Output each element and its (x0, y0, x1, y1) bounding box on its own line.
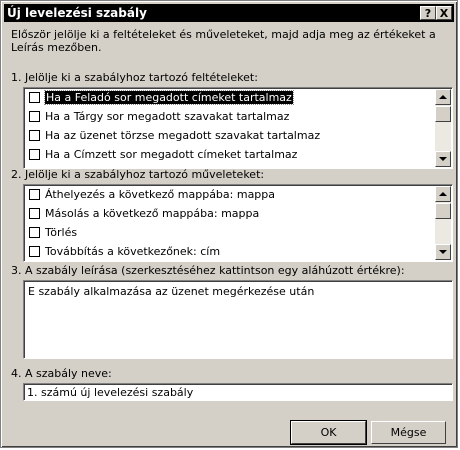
window-title: Új levelezési szabály (7, 6, 147, 20)
actions-label: 2. Jelölje ki a szabályhoz tartozó művel… (11, 168, 265, 181)
condition-item[interactable]: Ha a Címzett sor megadott címeket tartal… (24, 145, 452, 164)
description-text: E szabály alkalmazása az üzenet megérkez… (28, 285, 315, 298)
close-button[interactable]: X (436, 6, 452, 20)
condition-checkbox[interactable] (29, 111, 40, 122)
arrow-down-icon (439, 250, 447, 254)
intro-text: Először jelölje ki a feltételeket és műv… (11, 28, 436, 54)
condition-item-label: Ha a Tárgy sor megadott szavakat tartalm… (45, 110, 290, 123)
scroll-thumb[interactable] (435, 203, 451, 219)
scroll-up-button[interactable] (435, 186, 451, 202)
arrow-up-icon (439, 95, 447, 99)
condition-checkbox[interactable] (29, 92, 40, 103)
action-item-label: Áthelyezés a következő mappába: mappa (45, 188, 276, 201)
title-bar[interactable]: Új levelezési szabály ? X (4, 4, 454, 22)
scroll-thumb[interactable] (435, 106, 451, 122)
action-item-label: Törlés (45, 226, 78, 239)
action-item-label: Továbbítás a következőnek: cím (45, 245, 221, 258)
action-checkbox[interactable] (29, 227, 40, 238)
action-item[interactable]: Másolás a következő mappába: mappa (24, 204, 452, 223)
dialog-window: Új levelezési szabály ? X Először jelölj… (0, 0, 458, 448)
action-checkbox[interactable] (29, 246, 40, 257)
conditions-list[interactable]: Ha a Feladó sor megadott címeket tartalm… (23, 87, 453, 169)
conditions-scrollbar[interactable] (435, 89, 451, 167)
arrow-down-icon (439, 157, 447, 161)
condition-item[interactable]: Ha a Feladó sor megadott címeket tartalm… (24, 88, 452, 107)
help-button[interactable]: ? (420, 6, 436, 20)
rule-name-label: 4. A szabály neve: (11, 367, 112, 380)
condition-item-label: Ha a Feladó sor megadott címeket tartalm… (44, 90, 294, 105)
condition-checkbox[interactable] (29, 149, 40, 160)
conditions-label: 1. Jelölje ki a szabályhoz tartozó felté… (11, 71, 258, 84)
action-item[interactable]: Áthelyezés a következő mappába: mappa (24, 185, 452, 204)
condition-item[interactable]: Ha a Tárgy sor megadott szavakat tartalm… (24, 107, 452, 126)
action-item-label: Másolás a következő mappába: mappa (45, 207, 260, 220)
condition-item-label: Ha az üzenet törzse megadott szavakat ta… (45, 129, 321, 142)
actions-list[interactable]: Áthelyezés a következő mappába: mappa Más… (23, 184, 453, 262)
cancel-button[interactable]: Mégse (371, 421, 446, 444)
scroll-down-button[interactable] (435, 151, 451, 167)
rule-name-input[interactable]: 1. számú új levelezési szabály (23, 383, 453, 401)
condition-item[interactable]: Ha az üzenet törzse megadott szavakat ta… (24, 126, 452, 145)
scroll-down-button[interactable] (435, 244, 451, 260)
arrow-up-icon (439, 192, 447, 196)
ok-button[interactable]: OK (290, 420, 367, 445)
description-box[interactable]: E szabály alkalmazása az üzenet megérkez… (23, 280, 453, 359)
actions-scrollbar[interactable] (435, 186, 451, 260)
condition-checkbox[interactable] (29, 130, 40, 141)
action-item[interactable]: Továbbítás a következőnek: cím (24, 242, 452, 261)
scroll-up-button[interactable] (435, 89, 451, 105)
rule-name-value: 1. számú új levelezési szabály (27, 386, 194, 399)
action-checkbox[interactable] (29, 208, 40, 219)
action-item[interactable]: Törlés (24, 223, 452, 242)
description-label: 3. A szabály leírása (szerkesztéséhez ka… (11, 264, 405, 277)
condition-item-label: Ha a Címzett sor megadott címeket tartal… (45, 148, 298, 161)
action-checkbox[interactable] (29, 189, 40, 200)
